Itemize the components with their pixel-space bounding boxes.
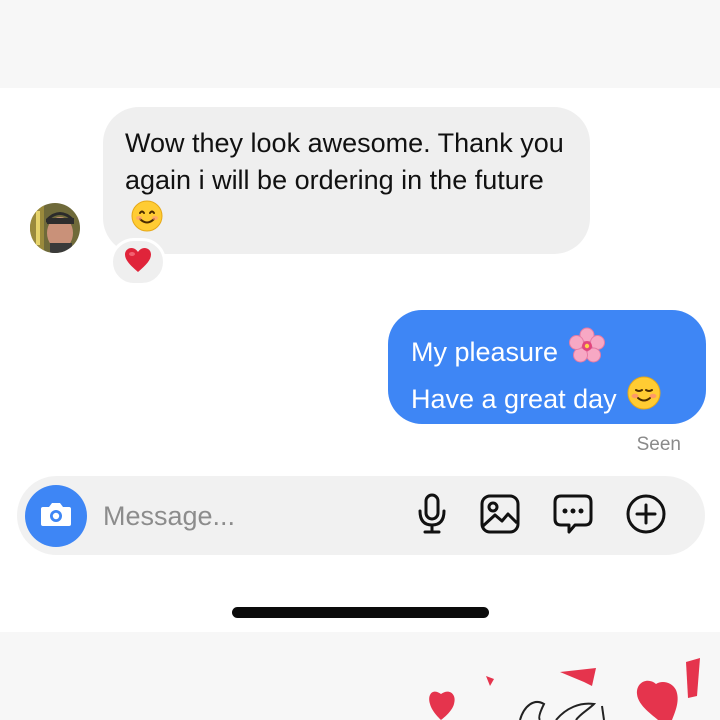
camera-icon: [39, 499, 73, 534]
seen-status: Seen: [636, 434, 681, 455]
heart-icon: [124, 247, 152, 278]
incoming-message-text: Wow they look awesome. Thank you again i…: [125, 128, 564, 195]
gallery-icon: [479, 493, 521, 540]
outgoing-message-line2: Have a great day: [411, 383, 617, 414]
message-composer: [17, 476, 705, 555]
message-input[interactable]: [103, 496, 393, 536]
outgoing-message-line1: My pleasure: [411, 336, 559, 367]
sticker-button[interactable]: [552, 493, 594, 540]
cherry-blossom-icon: [568, 327, 606, 376]
chat-bubble-icon: [552, 493, 594, 540]
heart-reaction[interactable]: [110, 238, 166, 286]
smiling-relaxed-face-icon: [627, 376, 661, 421]
avatar[interactable]: [30, 203, 80, 253]
add-button[interactable]: [625, 493, 667, 540]
gallery-button[interactable]: [479, 493, 521, 540]
outgoing-message-bubble[interactable]: My pleasure Have a great day: [388, 310, 706, 424]
incoming-message-bubble[interactable]: Wow they look awesome. Thank you again i…: [103, 107, 590, 254]
add-icon: [625, 493, 667, 540]
microphone-icon: [415, 493, 449, 540]
top-background: [0, 0, 720, 88]
decorative-hearts-band: [0, 632, 720, 720]
smiling-face-icon: [131, 200, 163, 242]
home-indicator: [232, 607, 489, 618]
microphone-button[interactable]: [411, 493, 453, 540]
camera-button[interactable]: [25, 485, 87, 547]
